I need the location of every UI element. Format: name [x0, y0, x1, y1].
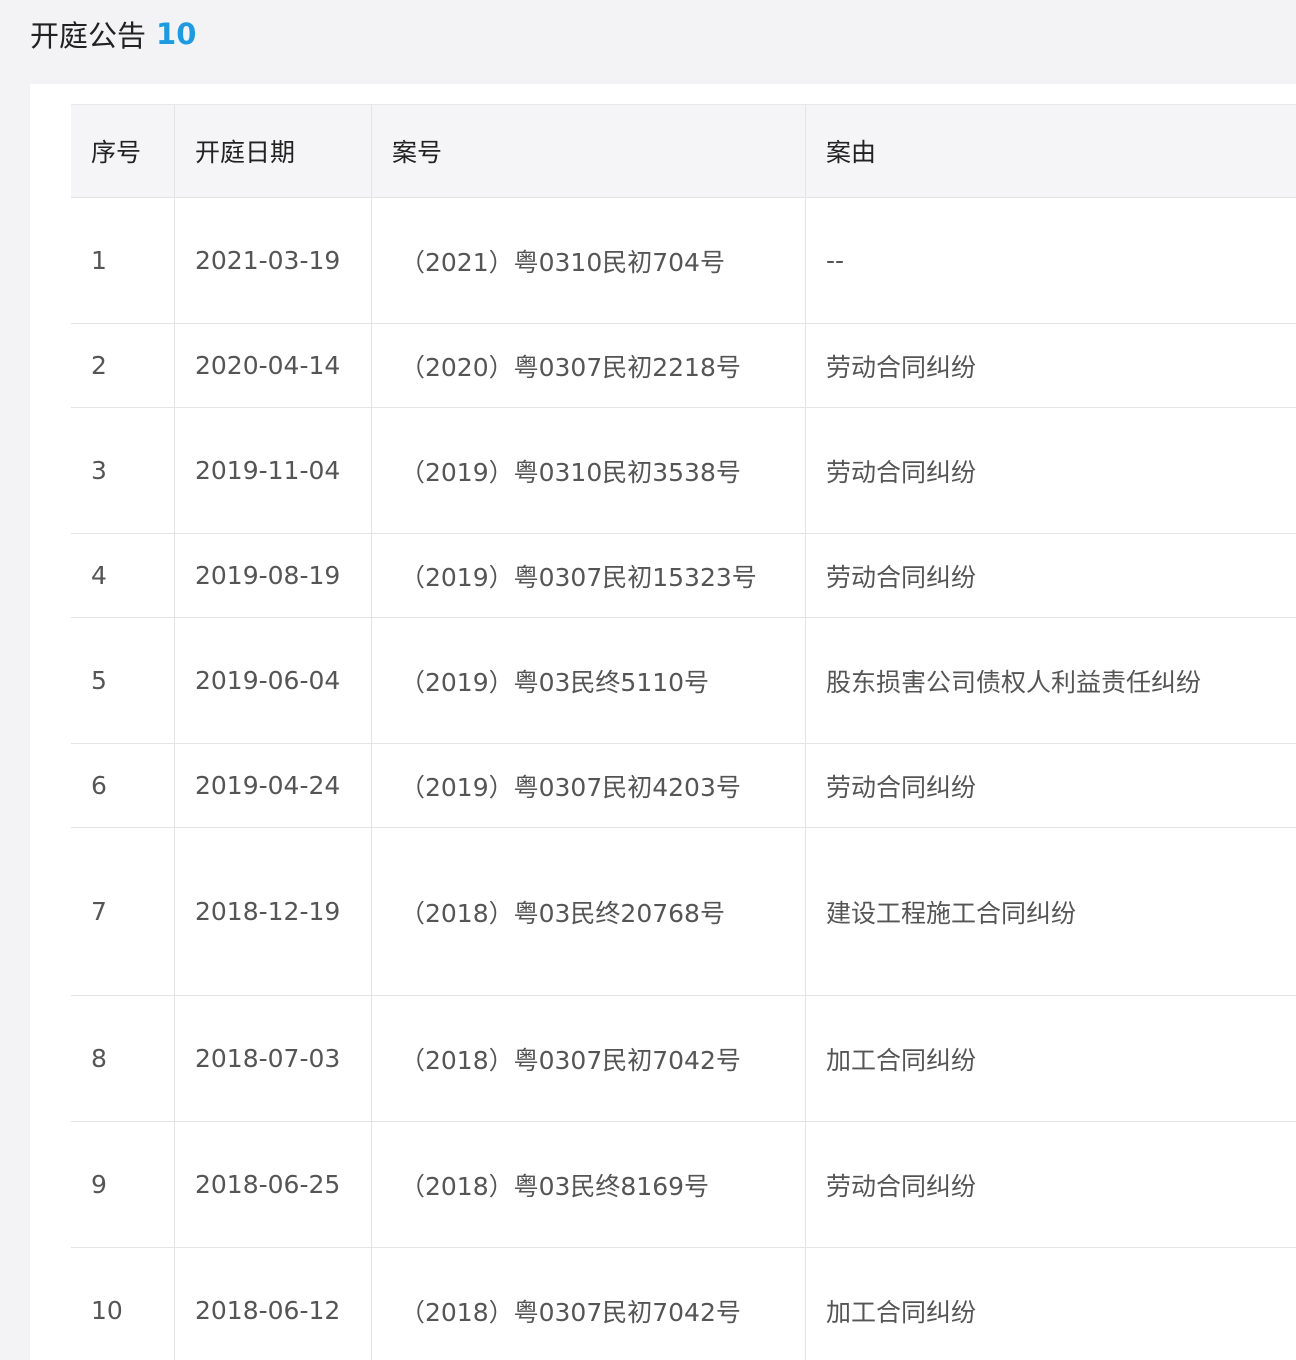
cell-index: 1 — [71, 197, 175, 324]
table-row: 1 2021-03-19 （2021）粤0310民初704号 -- — [71, 197, 1296, 324]
court-hearing-announcements-page: 开庭公告 10 序号 开庭日期 案号 案由 1 2021-03-19 （2021… — [0, 0, 1296, 1360]
cell-case-number[interactable]: （2018）粤0307民初7042号 — [371, 1247, 806, 1360]
cell-cause: 建设工程施工合同纠纷 — [805, 827, 1296, 996]
cell-case-number[interactable]: （2019）粤0310民初3538号 — [371, 407, 806, 534]
cell-index: 5 — [71, 617, 175, 744]
table-row: 4 2019-08-19 （2019）粤0307民初15323号 劳动合同纠纷 — [71, 533, 1296, 618]
cell-case-number[interactable]: （2021）粤0310民初704号 — [371, 197, 806, 324]
cell-date: 2021-03-19 — [174, 197, 372, 324]
cell-index: 9 — [71, 1121, 175, 1248]
table-row: 2 2020-04-14 （2020）粤0307民初2218号 劳动合同纠纷 — [71, 323, 1296, 408]
section-header: 开庭公告 10 — [30, 14, 196, 54]
cell-date: 2018-06-12 — [174, 1247, 372, 1360]
table-row: 10 2018-06-12 （2018）粤0307民初7042号 加工合同纠纷 — [71, 1247, 1296, 1360]
section-title: 开庭公告 — [30, 19, 147, 53]
cell-date: 2018-07-03 — [174, 995, 372, 1122]
table-header-row: 序号 开庭日期 案号 案由 — [71, 104, 1296, 198]
cell-case-number[interactable]: （2019）粤03民终5110号 — [371, 617, 806, 744]
cell-case-number[interactable]: （2018）粤03民终20768号 — [371, 827, 806, 996]
table-row: 5 2019-06-04 （2019）粤03民终5110号 股东损害公司债权人利… — [71, 617, 1296, 744]
cell-date: 2019-08-19 — [174, 533, 372, 618]
cell-cause: 劳动合同纠纷 — [805, 323, 1296, 408]
cell-index: 2 — [71, 323, 175, 408]
cell-date: 2020-04-14 — [174, 323, 372, 408]
cell-case-number[interactable]: （2018）粤0307民初7042号 — [371, 995, 806, 1122]
cell-date: 2019-11-04 — [174, 407, 372, 534]
result-count: 10 — [156, 17, 197, 51]
column-header-cause: 案由 — [805, 104, 1296, 198]
cell-date: 2019-04-24 — [174, 743, 372, 828]
column-header-index: 序号 — [71, 104, 175, 198]
cell-cause: 加工合同纠纷 — [805, 1247, 1296, 1360]
cell-case-number[interactable]: （2020）粤0307民初2218号 — [371, 323, 806, 408]
cell-cause: 劳动合同纠纷 — [805, 1121, 1296, 1248]
cell-cause: 加工合同纠纷 — [805, 995, 1296, 1122]
cell-index: 3 — [71, 407, 175, 534]
cell-index: 10 — [71, 1247, 175, 1360]
table-row: 6 2019-04-24 （2019）粤0307民初4203号 劳动合同纠纷 — [71, 743, 1296, 828]
column-header-date: 开庭日期 — [174, 104, 372, 198]
cell-case-number[interactable]: （2019）粤0307民初4203号 — [371, 743, 806, 828]
cell-cause: -- — [805, 197, 1296, 324]
cell-date: 2019-06-04 — [174, 617, 372, 744]
cell-index: 6 — [71, 743, 175, 828]
cell-cause: 劳动合同纠纷 — [805, 743, 1296, 828]
table-row: 3 2019-11-04 （2019）粤0310民初3538号 劳动合同纠纷 — [71, 407, 1296, 534]
table-row: 7 2018-12-19 （2018）粤03民终20768号 建设工程施工合同纠… — [71, 827, 1296, 996]
cell-cause: 股东损害公司债权人利益责任纠纷 — [805, 617, 1296, 744]
cell-case-number[interactable]: （2018）粤03民终8169号 — [371, 1121, 806, 1248]
cell-index: 7 — [71, 827, 175, 996]
cell-case-number[interactable]: （2019）粤0307民初15323号 — [371, 533, 806, 618]
hearing-table: 序号 开庭日期 案号 案由 1 2021-03-19 （2021）粤0310民初… — [71, 104, 1296, 1360]
cell-date: 2018-06-25 — [174, 1121, 372, 1248]
cell-date: 2018-12-19 — [174, 827, 372, 996]
table-panel: 序号 开庭日期 案号 案由 1 2021-03-19 （2021）粤0310民初… — [30, 84, 1296, 1360]
column-header-case-number: 案号 — [371, 104, 806, 198]
cell-index: 4 — [71, 533, 175, 618]
cell-cause: 劳动合同纠纷 — [805, 533, 1296, 618]
table-row: 8 2018-07-03 （2018）粤0307民初7042号 加工合同纠纷 — [71, 995, 1296, 1122]
table-row: 9 2018-06-25 （2018）粤03民终8169号 劳动合同纠纷 — [71, 1121, 1296, 1248]
cell-index: 8 — [71, 995, 175, 1122]
cell-cause: 劳动合同纠纷 — [805, 407, 1296, 534]
